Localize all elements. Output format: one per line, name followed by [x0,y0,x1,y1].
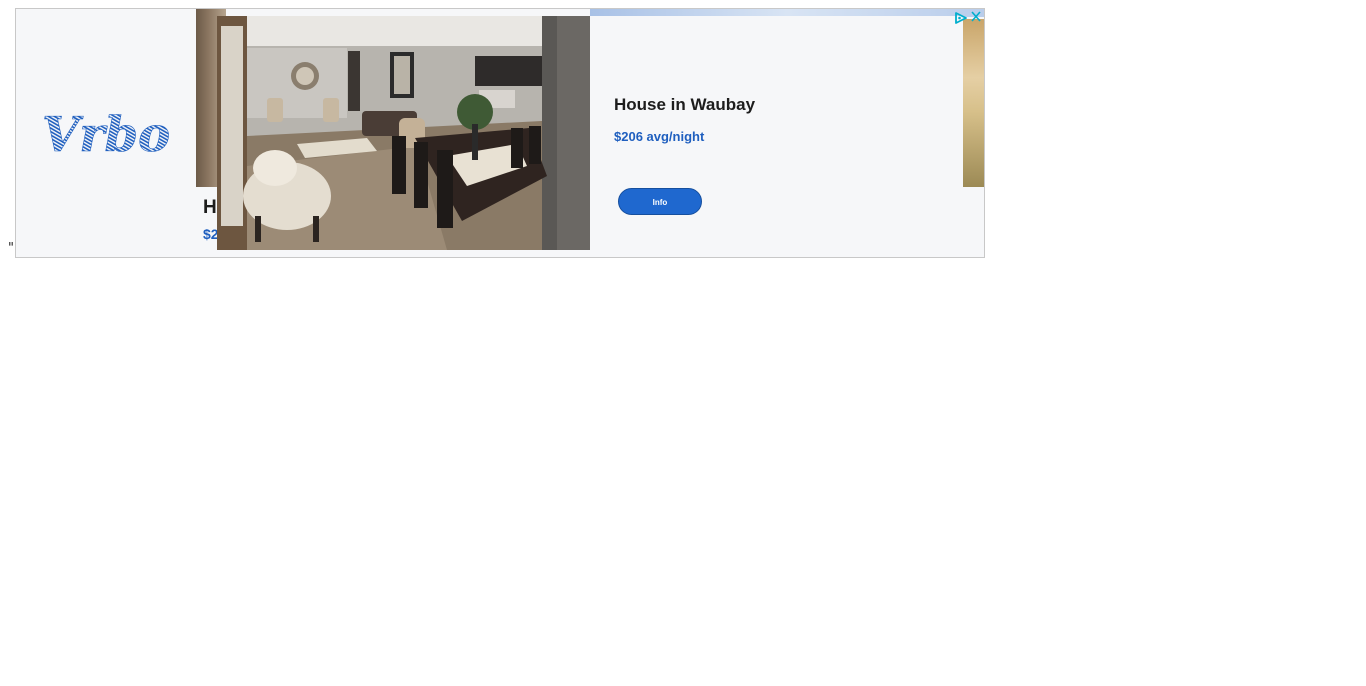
stray-quote-text: " [8,241,14,256]
adchoices-icon[interactable] [954,11,968,24]
close-icon[interactable] [970,10,982,23]
listing-photo[interactable] [217,16,590,250]
brand-logo-panel[interactable]: Vrbo [16,9,196,257]
vrbo-logo: Vrbo [42,109,170,159]
listing-title[interactable]: House in Waubay [614,95,755,115]
info-button[interactable]: Info [618,188,702,215]
listing-info-panel[interactable]: House in Waubay $206 avg/night Info [590,16,963,250]
partial-listing-title: H [203,197,217,218]
partial-listing-price: $2 [203,226,217,242]
next-listing-photo[interactable] [963,19,984,187]
vrbo-ad-banner[interactable]: Vrbo H $2 [15,8,985,258]
svg-text:Vrbo: Vrbo [42,109,170,159]
listing-price: $206 avg/night [614,129,705,144]
